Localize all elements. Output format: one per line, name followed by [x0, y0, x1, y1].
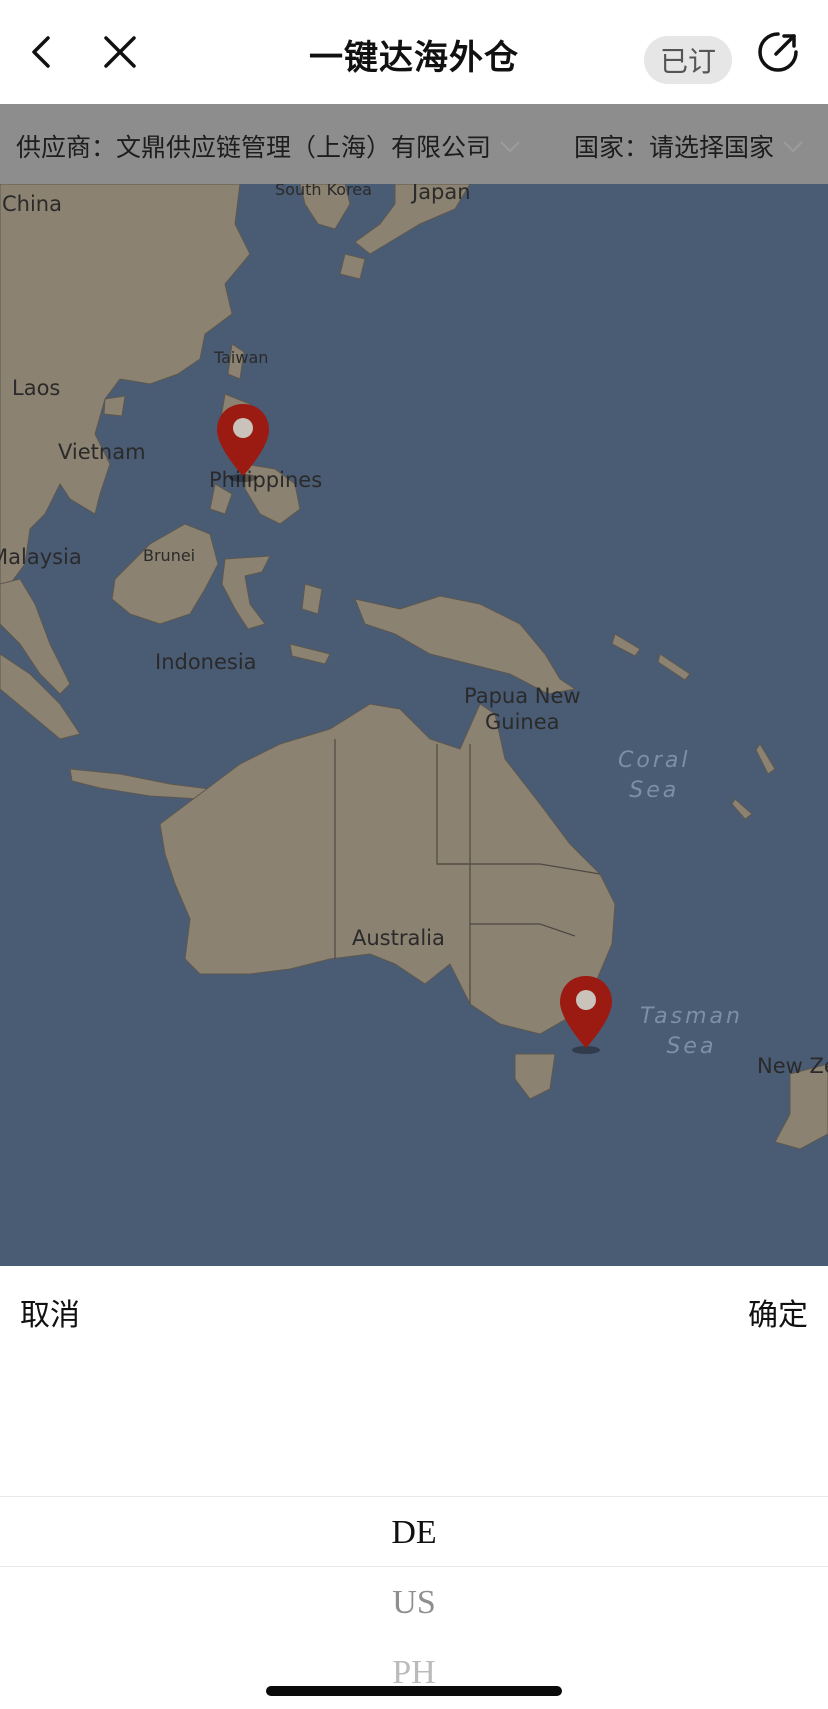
- map-label-papua-new: Papua New: [464, 684, 581, 708]
- map-label-tasman-sea: Tasman Sea: [640, 1002, 743, 1062]
- map-label-taiwan: Taiwan: [214, 348, 269, 367]
- app-header: 一键达海外仓 已订: [0, 0, 828, 104]
- picker-option[interactable]: US: [0, 1584, 828, 1622]
- share-button[interactable]: [748, 22, 808, 82]
- picker-divider-top: [0, 1496, 828, 1497]
- map-label-guinea: Guinea: [485, 710, 560, 734]
- map-label-new-zealand: New Ze: [757, 1054, 828, 1078]
- picker-cancel-button[interactable]: 取消: [20, 1290, 80, 1334]
- subscribed-button[interactable]: 已订: [644, 36, 732, 84]
- picker-confirm-button[interactable]: 确定: [748, 1290, 808, 1334]
- country-picker: 取消 确定 DE US PH: [0, 1266, 828, 1709]
- map-label-south-korea: South Korea: [275, 184, 372, 199]
- map-label-brunei: Brunei: [143, 546, 196, 565]
- share-icon: [758, 32, 798, 72]
- tasman-sea-line-2: Sea: [666, 1034, 717, 1059]
- map-label-malaysia: Malaysia: [0, 545, 82, 569]
- country-filter-label: 国家：请选择国家: [574, 133, 775, 162]
- coral-sea-line-2: Sea: [629, 778, 680, 803]
- map-label-coral-sea: Coral Sea: [618, 746, 690, 806]
- tasman-sea-line-1: Tasman: [640, 1004, 743, 1029]
- map-label-australia: Australia: [352, 926, 445, 950]
- map-label-vietnam: Vietnam: [58, 440, 146, 464]
- map-label-china: China: [2, 192, 62, 216]
- map-label-indonesia: Indonesia: [155, 650, 257, 674]
- map-label-japan: Japan: [412, 184, 471, 204]
- map-label-laos: Laos: [12, 376, 61, 400]
- picker-divider-bottom: [0, 1566, 828, 1567]
- supplier-filter-label: 供应商：文鼎供应链管理（上海）有限公司: [16, 133, 492, 162]
- map-landmass: [0, 184, 828, 1150]
- country-filter[interactable]: 国家：请选择国家: [574, 128, 804, 164]
- map-pin-australia[interactable]: [556, 974, 616, 1054]
- filter-bar: 供应商：文鼎供应链管理（上海）有限公司 国家：请选择国家: [0, 104, 828, 184]
- coral-sea-line-1: Coral: [618, 748, 691, 773]
- map-pin-philippines[interactable]: [213, 402, 273, 482]
- home-indicator: [266, 1686, 562, 1696]
- warehouse-map[interactable]: China South Korea Japan Taiwan Laos Viet…: [0, 184, 828, 1266]
- supplier-filter[interactable]: 供应商：文鼎供应链管理（上海）有限公司: [16, 128, 521, 164]
- chevron-down-icon: [500, 141, 520, 153]
- chevron-down-icon: [783, 141, 803, 153]
- picker-option-selected[interactable]: DE: [0, 1514, 828, 1552]
